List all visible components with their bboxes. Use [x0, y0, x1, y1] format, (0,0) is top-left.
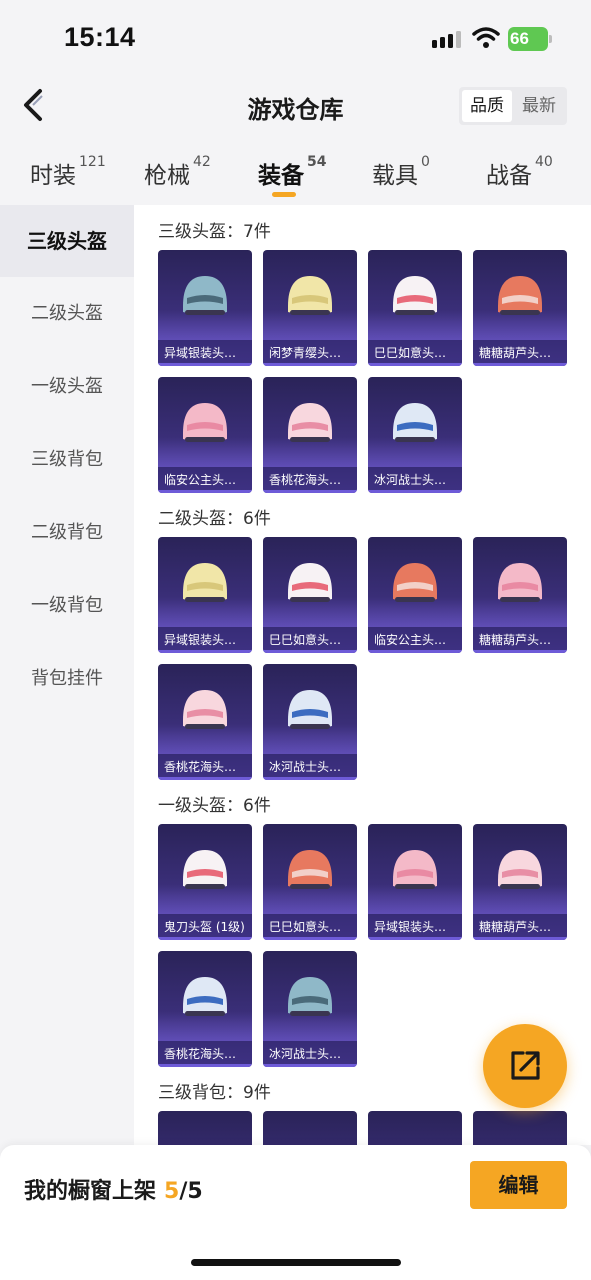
section-title-level3-backpack: 三级背包：9件: [158, 1083, 271, 1103]
wifi-icon: [472, 27, 500, 48]
tab-vehicles[interactable]: 载具0: [372, 154, 430, 196]
status-time: 15:14: [64, 22, 136, 52]
item-card-partial[interactable]: [263, 1111, 357, 1145]
helmet-icon: [183, 563, 227, 602]
section-title-level1-helmet: 一级头盔：6件: [158, 796, 271, 816]
item-card[interactable]: 香桃花海头…: [158, 664, 252, 780]
helmet-icon: [498, 276, 542, 315]
sidebar-item-backpack-charms[interactable]: 背包挂件: [0, 643, 134, 715]
item-card-partial[interactable]: [473, 1111, 567, 1145]
showcase-status: 我的橱窗上架 5/5: [24, 1179, 203, 1204]
helmet-icon: [288, 690, 332, 729]
helmet-icon: [183, 690, 227, 729]
helmet-icon: [288, 563, 332, 602]
item-card[interactable]: 糖糖葫芦头…: [473, 537, 567, 653]
sort-latest-button[interactable]: 最新: [514, 90, 564, 122]
category-tabs: 时装121 枪械42 装备54 载具0 战备40: [0, 150, 591, 202]
item-card[interactable]: 闲梦青缨头…: [263, 250, 357, 366]
item-card[interactable]: 异域银装头…: [158, 537, 252, 653]
item-card[interactable]: 香桃花海头…: [263, 377, 357, 493]
helmet-icon: [288, 850, 332, 889]
active-tab-indicator: [272, 192, 296, 197]
item-card[interactable]: 冰河战士头…: [263, 664, 357, 780]
helmet-icon: [183, 977, 227, 1016]
battery-level: 66: [510, 29, 529, 48]
sort-toggle: 品质 最新: [459, 87, 567, 125]
tab-guns[interactable]: 枪械42: [144, 154, 211, 196]
item-card[interactable]: 异域银装头…: [158, 250, 252, 366]
helmet-icon: [288, 403, 332, 442]
item-card[interactable]: 巳巳如意头…: [263, 824, 357, 940]
sort-quality-button[interactable]: 品质: [462, 90, 512, 122]
section-title-level2-helmet: 二级头盔：6件: [158, 509, 271, 529]
item-card[interactable]: 巳巳如意头…: [263, 537, 357, 653]
battery-icon: 66: [508, 27, 552, 51]
tab-equipment[interactable]: 装备54: [258, 154, 326, 196]
item-card[interactable]: 冰河战士头…: [368, 377, 462, 493]
item-card-partial[interactable]: [368, 1111, 462, 1145]
sidebar: 三级头盔 二级头盔 一级头盔 三级背包 二级背包 一级背包 背包挂件: [0, 205, 134, 1145]
item-card[interactable]: 香桃花海头…: [158, 951, 252, 1067]
item-card-partial[interactable]: [158, 1111, 252, 1145]
helmet-icon: [183, 850, 227, 889]
sidebar-item-level1-helmet[interactable]: 一级头盔: [0, 351, 134, 423]
section-title-level3-helmet: 三级头盔：7件: [158, 222, 271, 242]
item-card[interactable]: 临安公主头…: [368, 537, 462, 653]
header: 游戏仓库 品质 最新: [0, 78, 591, 134]
item-card[interactable]: 临安公主头…: [158, 377, 252, 493]
helmet-icon: [288, 977, 332, 1016]
sidebar-item-level1-backpack[interactable]: 一级背包: [0, 570, 134, 642]
item-card[interactable]: 巳巳如意头…: [368, 250, 462, 366]
home-indicator: [191, 1259, 401, 1266]
share-button[interactable]: [483, 1024, 567, 1108]
sidebar-item-level2-helmet[interactable]: 二级头盔: [0, 278, 134, 350]
edit-button[interactable]: 编辑: [470, 1161, 567, 1209]
helmet-icon: [183, 276, 227, 315]
sidebar-item-level2-backpack[interactable]: 二级背包: [0, 497, 134, 569]
helmet-icon: [393, 563, 437, 602]
item-card[interactable]: 糖糖葫芦头…: [473, 250, 567, 366]
item-card[interactable]: 糖糖葫芦头…: [473, 824, 567, 940]
item-grid: 三级头盔：7件 二级头盔：6件 一级头盔：6件 三级背包：9件 异域银装头… 闲梦…: [134, 205, 591, 1145]
item-card[interactable]: 异域银装头…: [368, 824, 462, 940]
sidebar-item-level3-helmet[interactable]: 三级头盔: [0, 205, 134, 277]
tab-fashion[interactable]: 时装121: [30, 154, 106, 196]
helmet-icon: [288, 276, 332, 315]
item-card[interactable]: 冰河战士头…: [263, 951, 357, 1067]
helmet-icon: [393, 850, 437, 889]
helmet-icon: [498, 563, 542, 602]
tab-gear[interactable]: 战备40: [486, 154, 553, 196]
sidebar-item-level3-backpack[interactable]: 三级背包: [0, 424, 134, 496]
share-icon: [511, 1051, 540, 1080]
cellular-signal-icon: [432, 31, 461, 48]
status-bar: 15:14 66: [0, 0, 591, 78]
item-card[interactable]: 鬼刀头盔 (1级): [158, 824, 252, 940]
helmet-icon: [183, 403, 227, 442]
helmet-icon: [498, 850, 542, 889]
helmet-icon: [393, 276, 437, 315]
helmet-icon: [393, 403, 437, 442]
